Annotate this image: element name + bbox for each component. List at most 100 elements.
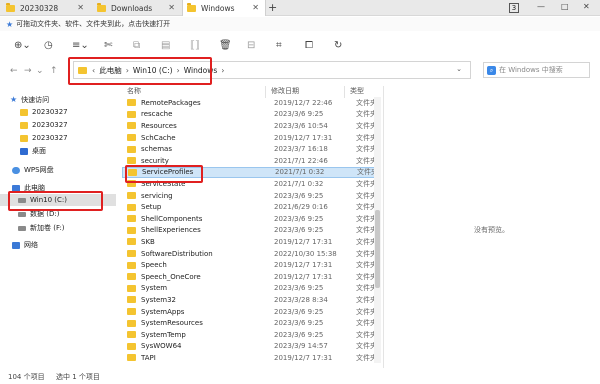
sidebar-item-label: 20230327 <box>32 108 68 116</box>
file-date: 2019/12/7 17:31 <box>274 261 333 270</box>
file-row[interactable]: schemas 2023/3/7 16:18 文件夹 <box>122 143 380 155</box>
up-button[interactable]: ↑ <box>50 66 58 76</box>
folder-icon <box>127 215 136 223</box>
preview-pane: 没有预览。 <box>383 86 600 368</box>
folder-icon <box>127 308 136 316</box>
refresh-icon[interactable]: ↻ <box>334 39 342 53</box>
sidebar-item-label: 20230327 <box>32 134 68 142</box>
sidebar-item-folder[interactable]: 20230327 <box>20 119 68 131</box>
highlight-box-address <box>68 57 212 85</box>
clear-icon[interactable]: ⊟ <box>247 39 255 53</box>
breadcrumb-separator[interactable]: › <box>221 66 224 75</box>
folder-icon <box>97 2 106 12</box>
search-icon: ⌕ <box>487 65 496 75</box>
file-name: System <box>141 284 168 293</box>
file-name: SoftwareDistribution <box>141 249 213 258</box>
history-dropdown-button[interactable]: ⌄ <box>36 66 44 76</box>
file-row[interactable]: System32 2023/3/28 8:34 文件夹 <box>122 294 380 306</box>
scrollbar-thumb[interactable] <box>375 210 380 288</box>
file-name: SystemTemp <box>141 330 186 339</box>
file-date: 2023/3/6 9:25 <box>274 284 324 293</box>
file-row[interactable]: SystemApps 2023/3/6 9:25 文件夹 <box>122 306 380 318</box>
forward-button[interactable]: → <box>24 66 32 76</box>
folder-icon <box>20 108 28 116</box>
copy-icon[interactable]: ⧉ <box>133 39 140 53</box>
paste-icon[interactable]: ▤ <box>161 39 170 53</box>
item-count: 104 个项目 <box>8 373 45 381</box>
new-tab-button[interactable]: + <box>268 1 277 14</box>
sidebar-item-folder[interactable]: 20230327 <box>20 132 68 144</box>
crop-icon[interactable]: ⌗ <box>276 39 282 53</box>
toolbar: ⊕⌄ ◷ ≡⌄ ✄ ⧉ ▤ ⟦⟧ 🗑 ⊟ ⌗ ⧠ ↻ <box>0 36 600 56</box>
file-name: SchCache <box>141 133 176 142</box>
close-window-button[interactable]: ✕ <box>583 2 590 11</box>
file-date: 2023/3/6 9:25 <box>274 319 324 328</box>
file-row[interactable]: ShellExperiences 2023/3/6 9:25 文件夹 <box>122 225 380 237</box>
desktop-icon <box>20 147 28 155</box>
close-tab-icon[interactable]: ✕ <box>168 3 175 12</box>
file-name: TAPI <box>141 353 156 362</box>
drive-icon <box>18 211 26 217</box>
view-icon[interactable]: ≡⌄ <box>72 39 89 53</box>
file-row[interactable]: ShellComponents 2023/3/6 9:25 文件夹 <box>122 213 380 225</box>
file-date: 2021/7/1 0:32 <box>274 179 324 188</box>
sidebar-item-quick-access[interactable]: ★ 快速访问 <box>10 94 49 106</box>
tab-downloads[interactable]: Downloads ✕ <box>93 0 181 16</box>
column-header-type[interactable]: 类型 <box>350 86 364 96</box>
search-field[interactable]: ⌕ 在 Windows 中搜索 <box>483 62 590 78</box>
file-row[interactable]: Setup 2021/6/29 0:16 文件夹 <box>122 201 380 213</box>
file-row[interactable]: Speech_OneCore 2019/12/7 17:31 文件夹 <box>122 271 380 283</box>
column-header-name[interactable]: 名称 <box>127 86 141 96</box>
file-row[interactable]: RemotePackages 2019/12/7 22:46 文件夹 <box>122 97 380 109</box>
file-row[interactable]: SchCache 2019/12/7 17:31 文件夹 <box>122 132 380 144</box>
folder-icon <box>127 203 136 211</box>
tab-windows[interactable]: Windows ✕ <box>182 0 266 16</box>
file-row[interactable]: rescache 2023/3/6 9:25 文件夹 <box>122 109 380 121</box>
cut-icon[interactable]: ✄ <box>104 39 112 53</box>
sidebar-item-drive-f[interactable]: 新加卷 (F:) <box>18 222 65 234</box>
file-row[interactable]: SystemResources 2023/3/6 9:25 文件夹 <box>122 317 380 329</box>
share-icon[interactable]: ⧠ <box>305 39 313 53</box>
sidebar-item-desktop[interactable]: 桌面 <box>20 145 46 157</box>
file-row[interactable]: servicing 2023/3/6 9:25 文件夹 <box>122 190 380 202</box>
maximize-button[interactable]: □ <box>561 2 569 11</box>
folder-icon <box>127 192 136 200</box>
folder-icon <box>127 331 136 339</box>
file-row[interactable]: SoftwareDistribution 2022/10/30 15:38 文件夹 <box>122 248 380 260</box>
sidebar-item-folder[interactable]: 20230327 <box>20 106 68 118</box>
file-date: 2021/7/1 22:46 <box>274 156 328 165</box>
file-name: Speech <box>141 261 167 270</box>
file-date: 2019/12/7 22:46 <box>274 98 333 107</box>
close-tab-icon[interactable]: ✕ <box>252 3 259 12</box>
chevron-down-icon[interactable]: ⌄ <box>456 65 462 73</box>
folder-icon <box>127 145 136 153</box>
history-icon[interactable]: ◷ <box>44 39 53 53</box>
file-row[interactable]: SKB 2019/12/7 17:31 文件夹 <box>122 236 380 248</box>
tab-count-badge[interactable]: 3 <box>509 3 519 13</box>
file-row[interactable]: Speech 2019/12/7 17:31 文件夹 <box>122 259 380 271</box>
file-name: SKB <box>141 237 155 246</box>
file-row[interactable]: System 2023/3/6 9:25 文件夹 <box>122 283 380 295</box>
back-button[interactable]: ← <box>10 66 18 76</box>
network-icon <box>12 241 20 249</box>
file-row[interactable]: SystemTemp 2023/3/6 9:25 文件夹 <box>122 329 380 341</box>
tab-label: Windows <box>201 3 235 13</box>
column-header-date[interactable]: 修改日期 <box>271 86 299 96</box>
bookmark-hint: 可拖动文件夹、软件、文件夹到此，点击快速打开 <box>16 20 171 28</box>
close-tab-icon[interactable]: ✕ <box>77 3 84 12</box>
sidebar-item-network[interactable]: 网络 <box>12 239 38 251</box>
rename-icon[interactable]: ⟦⟧ <box>190 39 200 53</box>
file-row[interactable]: Resources 2023/3/6 10:54 文件夹 <box>122 120 380 132</box>
star-icon: ★ <box>6 19 14 29</box>
navigation-pane: ★ 快速访问 20230327 20230327 20230327 桌面 WPS… <box>0 86 116 368</box>
delete-icon[interactable]: 🗑 <box>219 39 232 53</box>
tab-20230328[interactable]: 20230328 ✕ <box>2 0 90 16</box>
file-row[interactable]: TAPI 2019/12/7 17:31 文件夹 <box>122 352 380 363</box>
file-row[interactable]: SysWOW64 2023/3/9 14:57 文件夹 <box>122 341 380 353</box>
bookmark-bar[interactable]: ★ 可拖动文件夹、软件、文件夹到此，点击快速打开 <box>0 17 600 31</box>
sidebar-item-label: 网络 <box>24 241 38 249</box>
sidebar-item-wps[interactable]: WPS网盘 <box>12 164 54 176</box>
sidebar-item-label: 新加卷 (F:) <box>30 224 65 232</box>
minimize-button[interactable]: — <box>537 2 545 11</box>
new-icon[interactable]: ⊕⌄ <box>14 39 31 53</box>
